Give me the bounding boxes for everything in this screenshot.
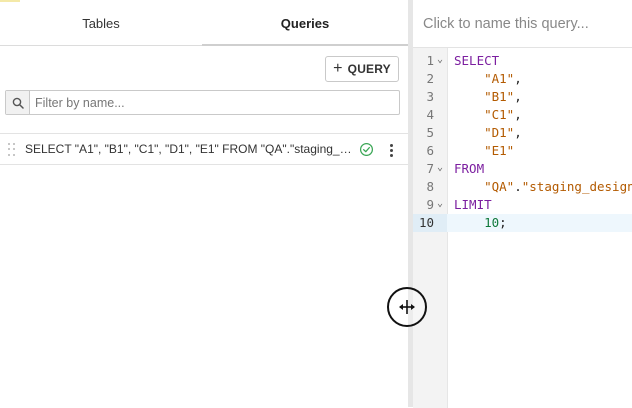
query-sidebar: Tables Queries + QUERY SELECT "A1", "B1"… bbox=[0, 0, 408, 407]
line-number-cell: 2 bbox=[413, 70, 447, 88]
query-item-text[interactable]: SELECT "A1", "B1", "C1", "D1", "E1" FROM… bbox=[25, 142, 355, 157]
line-number: 9 bbox=[426, 197, 434, 212]
line-number: 5 bbox=[426, 125, 434, 140]
line-number: 7 bbox=[426, 161, 434, 176]
resize-cursor-icon bbox=[387, 287, 427, 327]
code-text[interactable]: SELECT bbox=[454, 52, 499, 70]
line-number-cell: 3 bbox=[413, 88, 447, 106]
sidebar-tabs: Tables Queries bbox=[0, 0, 408, 47]
fold-chevron-icon[interactable]: ⌄ bbox=[437, 159, 443, 177]
line-number: 4 bbox=[426, 107, 434, 122]
line-number-cell: 6 bbox=[413, 142, 447, 160]
code-line[interactable]: 1 ⌄ SELECT bbox=[413, 52, 632, 70]
code-text[interactable]: LIMIT bbox=[454, 196, 492, 214]
line-number: 10 bbox=[418, 215, 434, 230]
code-text[interactable]: "QA"."staging_design" bbox=[454, 178, 632, 196]
code-text[interactable]: 10; bbox=[454, 214, 507, 232]
check-circle-icon bbox=[359, 142, 374, 157]
line-number-cell: 10 bbox=[413, 214, 447, 232]
line-number-cell: 5 bbox=[413, 124, 447, 142]
code-text[interactable]: "D1", bbox=[454, 124, 522, 142]
code-text[interactable]: "B1", bbox=[454, 88, 522, 106]
code-line[interactable]: 9 ⌄ LIMIT bbox=[413, 196, 632, 214]
filter-box bbox=[5, 90, 400, 115]
line-number: 8 bbox=[426, 179, 434, 194]
code-line[interactable]: 6 "E1" bbox=[413, 142, 632, 160]
code-text[interactable]: FROM bbox=[454, 160, 484, 178]
code-editor[interactable]: 1 ⌄ SELECT 2 "A1", 3 "B1", 4 "C1", 5 "D1", 6 "E… bbox=[413, 47, 632, 408]
plus-icon: + bbox=[333, 59, 343, 77]
code-line[interactable]: 7 ⌄ FROM bbox=[413, 160, 632, 178]
drag-handle-icon[interactable] bbox=[8, 143, 16, 157]
code-text[interactable]: "E1" bbox=[454, 142, 514, 160]
line-number: 2 bbox=[426, 71, 434, 86]
active-tab-indicator bbox=[202, 44, 408, 46]
code-text[interactable]: "A1", bbox=[454, 70, 522, 88]
line-number: 6 bbox=[426, 143, 434, 158]
search-icon[interactable] bbox=[6, 91, 30, 114]
query-editor-panel: Click to name this query... 1 ⌄ SELECT 2 "A… bbox=[413, 0, 632, 408]
filter-input[interactable] bbox=[35, 93, 395, 112]
more-options-icon[interactable] bbox=[386, 142, 396, 158]
code-line[interactable]: 2 "A1", bbox=[413, 70, 632, 88]
query-list-item[interactable]: SELECT "A1", "B1", "C1", "D1", "E1" FROM… bbox=[0, 133, 408, 165]
line-number-cell: 4 bbox=[413, 106, 447, 124]
fold-chevron-icon[interactable]: ⌄ bbox=[437, 195, 443, 213]
tab-tables[interactable]: Tables bbox=[0, 0, 202, 45]
code-text[interactable]: "C1", bbox=[454, 106, 522, 124]
code-line[interactable]: 3 "B1", bbox=[413, 88, 632, 106]
line-number-cell: 7 ⌄ bbox=[413, 160, 447, 178]
add-query-label: QUERY bbox=[347, 62, 391, 76]
tab-queries[interactable]: Queries bbox=[202, 0, 408, 45]
fold-chevron-icon[interactable]: ⌄ bbox=[437, 51, 443, 69]
line-number-cell: 9 ⌄ bbox=[413, 196, 447, 214]
line-number-cell: 8 bbox=[413, 178, 447, 196]
code-line[interactable]: 10 10; bbox=[413, 214, 632, 232]
add-query-button[interactable]: + QUERY bbox=[325, 56, 399, 82]
code-line[interactable]: 4 "C1", bbox=[413, 106, 632, 124]
code-line[interactable]: 8 "QA"."staging_design" bbox=[413, 178, 632, 196]
line-number: 3 bbox=[426, 89, 434, 104]
query-name-field[interactable]: Click to name this query... bbox=[423, 16, 589, 32]
code-line[interactable]: 5 "D1", bbox=[413, 124, 632, 142]
line-number-cell: 1 ⌄ bbox=[413, 52, 447, 70]
line-number: 1 bbox=[426, 53, 434, 68]
